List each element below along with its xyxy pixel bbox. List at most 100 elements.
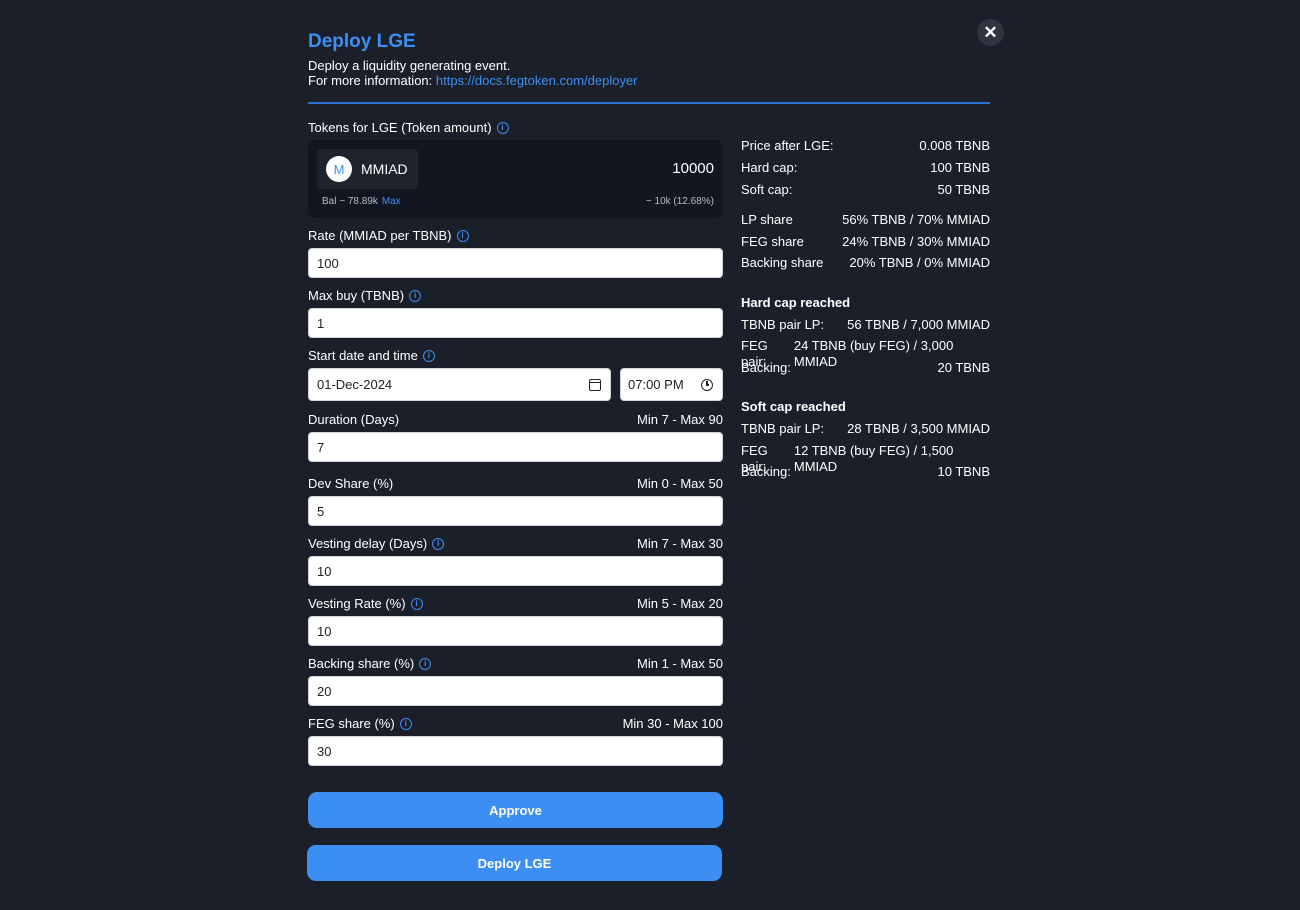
start-date-input[interactable]: 01-Dec-2024 bbox=[308, 368, 611, 401]
info-icon[interactable]: i bbox=[409, 290, 422, 302]
duration-label-row: Duration (Days) Min 7 - Max 90 bbox=[308, 412, 723, 428]
hard-cap-pair-lp-value: 56 TBNB / 7,000 MMIAD bbox=[847, 317, 990, 332]
token-input-box: M MMIAD 10000 Bal ~ 78.89k Max ~ 10k (12.… bbox=[308, 140, 723, 218]
page-title: Deploy LGE bbox=[308, 31, 416, 52]
approve-button[interactable]: Approve bbox=[308, 792, 723, 828]
tokens-label-row: Tokens for LGE (Token amount) i bbox=[308, 120, 723, 136]
hard-cap-backing-label: Backing: bbox=[741, 360, 791, 375]
dev-share-input[interactable]: 5 bbox=[308, 496, 723, 526]
feg-share-label: FEG share (%) bbox=[308, 716, 395, 731]
vesting-rate-label-row: Vesting Rate (%) i Min 5 - Max 20 bbox=[308, 596, 723, 612]
docs-link[interactable]: https://docs.fegtoken.com/deployer bbox=[436, 73, 638, 88]
backing-share-label: Backing share (%) bbox=[308, 656, 415, 671]
vesting-delay-range: Min 7 - Max 30 bbox=[637, 536, 723, 551]
softcap-label: Soft cap: bbox=[741, 182, 793, 197]
hardcap-value: 100 TBNB bbox=[930, 160, 990, 175]
max-buy-label: Max buy (TBNB) bbox=[308, 288, 405, 303]
rate-label: Rate (MMIAD per TBNB) bbox=[308, 228, 452, 243]
hard-cap-title: Hard cap reached bbox=[741, 295, 851, 310]
vesting-rate-range: Min 5 - Max 20 bbox=[637, 596, 723, 611]
token-symbol: MMIAD bbox=[361, 161, 408, 177]
soft-cap-pair-lp-row: TBNB pair LP: 28 TBNB / 3,500 MMIAD bbox=[741, 421, 990, 437]
start-label-row: Start date and time i bbox=[308, 348, 723, 364]
token-selector[interactable]: M MMIAD bbox=[317, 149, 418, 189]
info-icon[interactable]: i bbox=[432, 538, 445, 550]
duration-input[interactable]: 7 bbox=[308, 432, 723, 462]
lp-share-value: 56% TBNB / 70% MMIAD bbox=[842, 212, 990, 227]
max-buy-label-row: Max buy (TBNB) i bbox=[308, 288, 723, 304]
backing-share-summary-value: 20% TBNB / 0% MMIAD bbox=[849, 255, 990, 270]
hard-cap-feg-pair-value: 24 TBNB (buy FEG) / 3,000 MMIAD bbox=[793, 338, 954, 369]
info-icon[interactable]: i bbox=[399, 718, 412, 730]
start-time-value: 07:00 PM bbox=[628, 377, 684, 392]
modal-header: Deploy LGE Deploy a liquidity generating… bbox=[308, 30, 990, 88]
hard-cap-feg-pair-row: FEG pair: 24 TBNB (buy FEG) / 3,000 MMIA… bbox=[741, 338, 990, 369]
header-divider bbox=[308, 102, 990, 104]
soft-cap-feg-pair-row: FEG pair: 12 TBNB (buy FEG) / 1,500 MMIA… bbox=[741, 443, 990, 474]
backing-share-row: Backing share 20% TBNB / 0% MMIAD bbox=[741, 255, 990, 271]
info-icon[interactable]: i bbox=[496, 122, 509, 134]
vesting-rate-input[interactable]: 10 bbox=[308, 616, 723, 646]
info-prefix: For more information: bbox=[308, 73, 433, 88]
token-usd-value: ~ 10k (12.68%) bbox=[645, 196, 714, 207]
tokens-label: Tokens for LGE (Token amount) bbox=[308, 120, 492, 135]
feg-share-range: Min 30 - Max 100 bbox=[622, 716, 723, 731]
max-buy-input[interactable]: 1 bbox=[308, 308, 723, 338]
price-label: Price after LGE: bbox=[741, 138, 834, 153]
hard-cap-pair-lp-row: TBNB pair LP: 56 TBNB / 7,000 MMIAD bbox=[741, 317, 990, 333]
dev-share-label: Dev Share (%) bbox=[308, 476, 394, 491]
info-icon[interactable]: i bbox=[422, 350, 435, 362]
dev-share-range: Min 0 - Max 50 bbox=[637, 476, 723, 491]
hardcap-row: Hard cap: 100 TBNB bbox=[741, 160, 990, 176]
token-balance: Bal ~ 78.89k Max bbox=[322, 196, 401, 207]
vesting-rate-label: Vesting Rate (%) bbox=[308, 596, 406, 611]
hardcap-label: Hard cap: bbox=[741, 160, 798, 175]
clock-icon[interactable] bbox=[701, 378, 713, 391]
hard-cap-feg-pair-label: FEG pair: bbox=[741, 338, 768, 369]
soft-cap-feg-pair-label: FEG pair: bbox=[741, 443, 768, 474]
info-icon[interactable]: i bbox=[419, 658, 432, 670]
rate-label-row: Rate (MMIAD per TBNB) i bbox=[308, 228, 723, 244]
hard-cap-backing-value: 20 TBNB bbox=[937, 360, 990, 375]
start-time-input[interactable]: 07:00 PM bbox=[620, 368, 723, 401]
feg-share-summary-label: FEG share bbox=[741, 234, 804, 249]
feg-share-label-row: FEG share (%) i Min 30 - Max 100 bbox=[308, 716, 723, 732]
token-balance-text: Bal ~ 78.89k bbox=[322, 196, 378, 207]
vesting-delay-label: Vesting delay (Days) bbox=[308, 536, 428, 551]
price-row: Price after LGE: 0.008 TBNB bbox=[741, 138, 990, 154]
soft-cap-backing-value: 10 TBNB bbox=[937, 464, 990, 479]
duration-label: Duration (Days) bbox=[308, 412, 400, 427]
feg-share-input[interactable]: 30 bbox=[308, 736, 723, 766]
info-icon[interactable]: i bbox=[410, 598, 423, 610]
backing-share-label-row: Backing share (%) i Min 1 - Max 50 bbox=[308, 656, 723, 672]
backing-share-range: Min 1 - Max 50 bbox=[637, 656, 723, 671]
start-date-value: 01-Dec-2024 bbox=[317, 377, 393, 392]
feg-share-row: FEG share 24% TBNB / 30% MMIAD bbox=[741, 234, 990, 250]
deploy-lge-button[interactable]: Deploy LGE bbox=[307, 845, 722, 881]
hard-cap-pair-lp-label: TBNB pair LP: bbox=[741, 317, 825, 332]
hard-cap-backing-row: Backing: 20 TBNB bbox=[741, 360, 990, 376]
calendar-icon[interactable] bbox=[589, 378, 601, 391]
backing-share-input[interactable]: 20 bbox=[308, 676, 723, 706]
soft-cap-pair-lp-label: TBNB pair LP: bbox=[741, 421, 825, 436]
info-line: For more information: https://docs.fegto… bbox=[308, 73, 990, 88]
soft-cap-backing-label: Backing: bbox=[741, 464, 791, 479]
dev-share-label-row: Dev Share (%) Min 0 - Max 50 bbox=[308, 476, 723, 492]
token-amount-input[interactable]: 10000 bbox=[672, 160, 714, 177]
token-avatar: M bbox=[326, 156, 352, 182]
vesting-delay-label-row: Vesting delay (Days) i Min 7 - Max 30 bbox=[308, 536, 723, 552]
softcap-value: 50 TBNB bbox=[937, 182, 990, 197]
soft-cap-backing-row: Backing: 10 TBNB bbox=[741, 464, 990, 480]
lp-share-label: LP share bbox=[741, 212, 793, 227]
lp-share-row: LP share 56% TBNB / 70% MMIAD bbox=[741, 212, 990, 228]
vesting-delay-input[interactable]: 10 bbox=[308, 556, 723, 586]
duration-range: Min 7 - Max 90 bbox=[637, 412, 723, 427]
feg-share-summary-value: 24% TBNB / 30% MMIAD bbox=[842, 234, 990, 249]
rate-input[interactable]: 100 bbox=[308, 248, 723, 278]
soft-cap-feg-pair-value: 12 TBNB (buy FEG) / 1,500 MMIAD bbox=[793, 443, 954, 474]
backing-share-summary-label: Backing share bbox=[741, 255, 824, 270]
start-label: Start date and time bbox=[308, 348, 418, 363]
price-value: 0.008 TBNB bbox=[919, 138, 990, 153]
info-icon[interactable]: i bbox=[456, 230, 469, 242]
max-button[interactable]: Max bbox=[382, 196, 401, 207]
